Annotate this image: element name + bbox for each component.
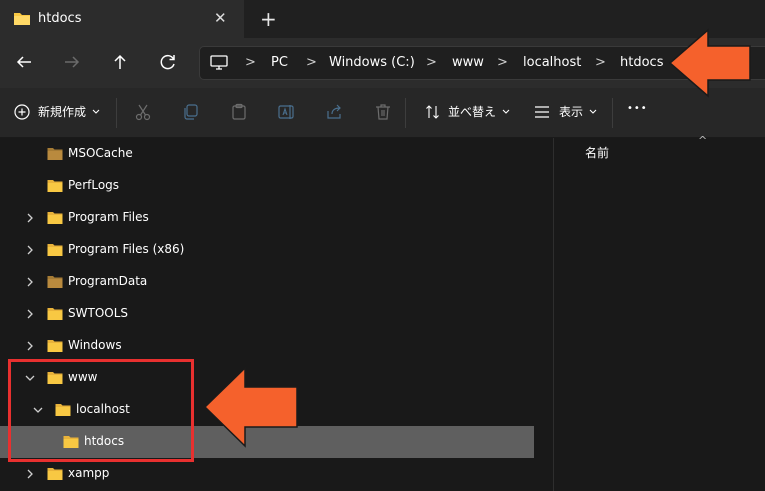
this-pc-icon (210, 55, 228, 70)
breadcrumb-separator[interactable]: > (426, 55, 437, 70)
file-list-pane: ^ 名前 (554, 134, 765, 491)
back-arrow-icon[interactable] (12, 50, 36, 74)
view-label: 表示 (559, 105, 584, 119)
tree-item-swtools[interactable]: SWTOOLS (0, 298, 534, 330)
breadcrumb-localhost[interactable]: localhost (523, 55, 581, 70)
tree-item-label: ProgramData (68, 274, 148, 288)
tree-item-label: SWTOOLS (68, 306, 129, 320)
folder-icon (47, 468, 63, 480)
tree-item-windows[interactable]: Windows (0, 330, 534, 362)
tab-htdocs[interactable]: htdocs ✕ (0, 0, 244, 38)
highlight-box (8, 359, 194, 462)
tree-item-xampp[interactable]: xampp (0, 458, 534, 490)
annotation-arrow-top (668, 28, 751, 98)
new-plus-icon (14, 103, 30, 120)
up-arrow-icon[interactable] (108, 50, 132, 74)
column-header-name[interactable]: 名前 (585, 144, 609, 161)
chevron-down-icon (589, 109, 597, 114)
breadcrumb-separator[interactable]: > (306, 55, 317, 70)
tree-item-program-files[interactable]: Program Files (0, 202, 534, 234)
copy-icon[interactable] (181, 102, 201, 122)
tree-item-programdata[interactable]: ProgramData (0, 266, 534, 298)
breadcrumb-htdocs[interactable]: htdocs (620, 55, 663, 70)
sort-button[interactable]: 並べ替え (425, 103, 510, 120)
tree-item-label: Windows (68, 338, 122, 352)
folder-icon (47, 340, 63, 352)
chevron-right-icon[interactable] (24, 340, 36, 352)
chevron-down-icon (502, 109, 510, 114)
tree-item-label: Program Files (68, 210, 149, 224)
annotation-arrow-tree (203, 366, 298, 448)
paste-icon[interactable] (229, 102, 249, 122)
chevron-down-icon (92, 109, 100, 114)
rename-icon[interactable] (277, 102, 297, 122)
toolbar-divider (612, 98, 613, 128)
close-tab-icon[interactable]: ✕ (214, 9, 227, 27)
tree-item-msocache[interactable]: MSOCache (0, 138, 534, 170)
new-tab-button[interactable]: + (260, 7, 277, 31)
view-button[interactable]: 表示 (534, 103, 597, 120)
sort-label: 並べ替え (448, 105, 497, 119)
tab-bar: htdocs ✕ + (0, 0, 765, 38)
chevron-right-icon[interactable] (24, 308, 36, 320)
toolbar-divider (405, 98, 406, 128)
navigation-row: > PC > Windows (C:) > www > localhost > … (0, 38, 765, 88)
chevron-right-icon[interactable] (24, 276, 36, 288)
tree-item-label: xampp (68, 466, 110, 480)
breadcrumb-separator[interactable]: > (497, 55, 508, 70)
breadcrumb-windows-c[interactable]: Windows (C:) (329, 55, 415, 70)
folder-icon (47, 308, 63, 320)
cut-icon[interactable] (133, 102, 153, 122)
breadcrumb-separator[interactable]: > (595, 55, 606, 70)
folder-icon (47, 180, 63, 192)
chevron-right-icon[interactable] (24, 468, 36, 480)
toolbar-divider (116, 98, 117, 128)
forward-arrow-icon[interactable] (60, 50, 84, 74)
tree-item-label: PerfLogs (68, 178, 120, 192)
more-options-button[interactable]: ••• (627, 103, 648, 114)
tree-item-perflogs[interactable]: PerfLogs (0, 170, 534, 202)
tab-title: htdocs (38, 11, 82, 26)
new-label: 新規作成 (38, 105, 87, 119)
chevron-right-icon[interactable] (24, 244, 36, 256)
refresh-icon[interactable] (156, 50, 180, 74)
share-icon[interactable] (325, 102, 345, 122)
folder-icon (47, 212, 63, 224)
command-toolbar: 新規作成 並べ替え 表示 ••• (0, 88, 765, 138)
folder-icon (47, 244, 63, 256)
breadcrumb-separator: > (245, 55, 256, 70)
breadcrumb-www[interactable]: www (452, 55, 484, 70)
view-list-icon (535, 105, 549, 118)
sort-arrows-icon (426, 104, 439, 119)
folder-icon (14, 13, 30, 25)
folder-icon (47, 276, 63, 288)
chevron-right-icon[interactable] (24, 212, 36, 224)
tree-item-label: MSOCache (68, 146, 133, 160)
folder-icon (47, 148, 63, 160)
new-button[interactable]: 新規作成 (14, 103, 100, 120)
sort-indicator-icon: ^ (698, 134, 708, 147)
delete-icon[interactable] (373, 102, 393, 122)
tree-item-program-files-x86[interactable]: Program Files (x86) (0, 234, 534, 266)
tree-item-label: Program Files (x86) (68, 242, 185, 256)
breadcrumb-pc[interactable]: PC (271, 55, 288, 70)
